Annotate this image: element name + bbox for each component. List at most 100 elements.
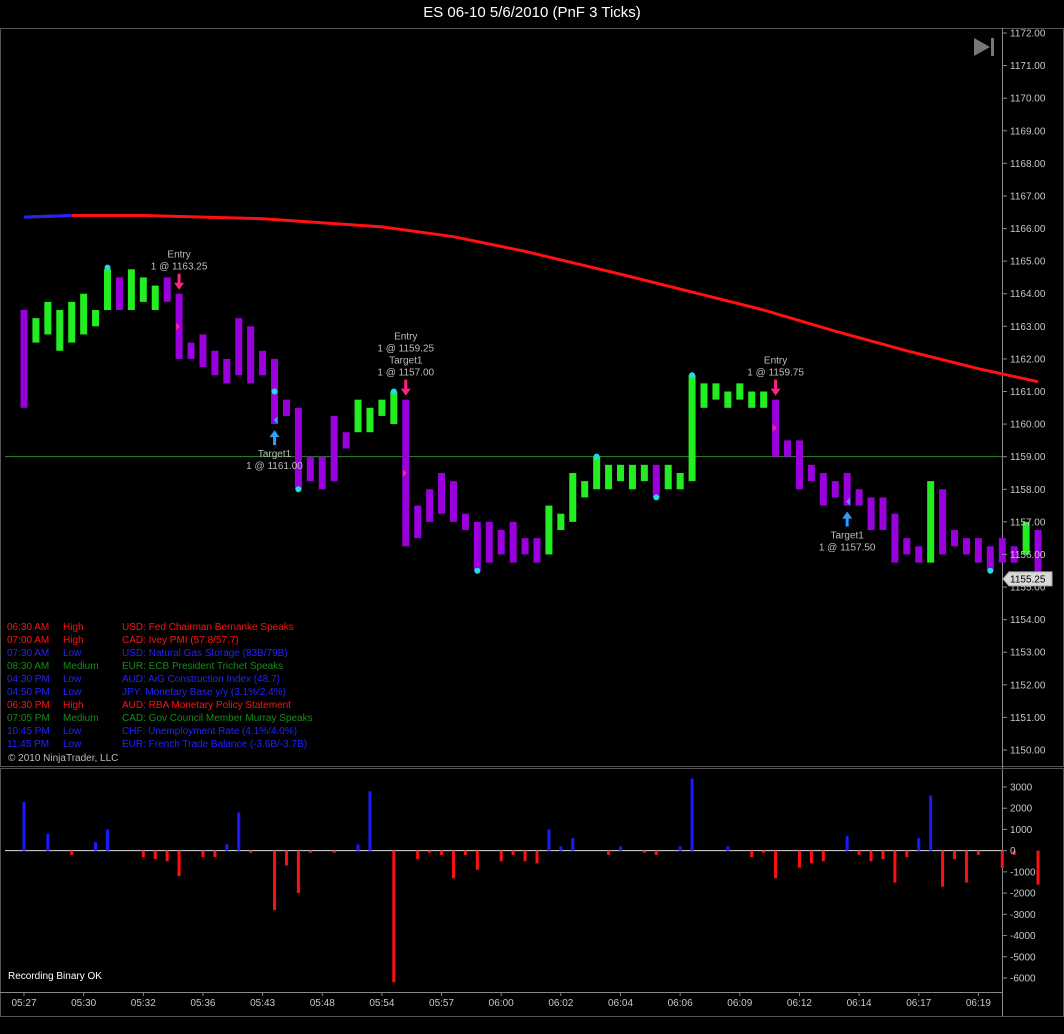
news-impact: Low [63, 739, 82, 750]
pnf-bar [247, 326, 255, 384]
volume-bar [225, 844, 229, 851]
time-tick-label: 06:00 [489, 998, 514, 1009]
trade-label: Target1 [389, 356, 423, 367]
time-tick-label: 05:54 [369, 998, 394, 1009]
pnf-bar [235, 318, 243, 376]
price-tick-label: 1171.00 [1010, 61, 1046, 72]
volume-bar [296, 850, 300, 894]
news-time: 07:30 AM [7, 648, 49, 659]
price-tick-label: 1168.00 [1010, 159, 1046, 170]
news-event: USD: Natural Gas Storage (83B/79B) [122, 648, 288, 659]
pnf-bar [223, 358, 231, 384]
swing-dot [653, 494, 660, 501]
volume-bar [607, 850, 611, 855]
price-tick-label: 1154.00 [1010, 615, 1046, 626]
pnf-bar [92, 310, 100, 327]
pnf-bar [664, 464, 672, 490]
pnf-bar [438, 472, 446, 514]
volume-bar [416, 850, 420, 860]
volume-bar [368, 791, 372, 851]
news-impact: High [63, 700, 84, 711]
volume-bar [451, 850, 455, 879]
volume-bar [428, 850, 432, 853]
news-impact: Low [63, 687, 82, 698]
volume-bar [941, 850, 945, 887]
pnf-bar [318, 456, 326, 490]
swing-dot [104, 264, 111, 271]
trade-detail-label: 1 @ 1157.50 [819, 543, 876, 554]
pnf-bar [640, 464, 648, 482]
price-tick-label: 1163.00 [1010, 322, 1046, 333]
volume-bar [153, 850, 157, 860]
volume-bar [511, 850, 515, 855]
swing-dot [271, 388, 278, 395]
pnf-bar [151, 285, 159, 311]
volume-bar [356, 844, 360, 851]
news-event: AUD: AiG Construction Index (48.7) [122, 674, 280, 685]
volume-bar [440, 850, 444, 855]
pnf-bar [652, 464, 660, 498]
time-tick-label: 06:12 [787, 998, 812, 1009]
pnf-bar [891, 513, 899, 563]
volume-bar [690, 778, 694, 851]
pnf-bar [545, 505, 553, 555]
price-tick-label: 1162.00 [1010, 354, 1046, 365]
time-tick-label: 05:48 [310, 998, 335, 1009]
price-tick-label: 1158.00 [1010, 485, 1046, 496]
pnf-bar [974, 538, 982, 563]
news-impact: High [63, 622, 84, 633]
pnf-bar [748, 391, 756, 408]
price-tick-label: 1160.00 [1010, 420, 1046, 431]
news-time: 04:30 PM [7, 674, 50, 685]
time-tick-label: 06:14 [847, 998, 872, 1009]
pnf-bar [139, 277, 147, 302]
pnf-bar [211, 350, 219, 376]
pnf-bar [581, 481, 589, 498]
news-time: 11:45 PM [7, 739, 49, 750]
volume-bar [201, 850, 205, 858]
chart-canvas[interactable]: 1 @ 1163.25EntryTarget11 @ 1161.001 @ 11… [0, 0, 1064, 1034]
pnf-bar [962, 538, 970, 555]
pnf-bar [56, 310, 64, 351]
price-tick-label: 1169.00 [1010, 126, 1046, 137]
volume-bar [106, 829, 110, 851]
pnf-bar [306, 456, 314, 482]
copyright-text: © 2010 NinjaTrader, LLC [8, 753, 118, 764]
time-tick-label: 05:57 [429, 998, 454, 1009]
pnf-bar [676, 472, 684, 490]
news-event: AUD: RBA Monetary Policy Statement [122, 700, 291, 711]
scroll-to-end-icon[interactable] [974, 38, 994, 56]
pnf-bar [700, 383, 708, 408]
pnf-bar [366, 407, 374, 433]
trade-label: Target1 [830, 531, 864, 542]
volume-tick-label: -3000 [1010, 910, 1036, 921]
volume-bar [392, 850, 396, 983]
pnf-bar [342, 432, 350, 449]
volume-panel-border [0, 768, 1064, 1017]
pnf-bar [712, 383, 720, 400]
news-time: 04:50 PM [7, 687, 50, 698]
pnf-bar [569, 472, 577, 522]
pnf-bar [330, 415, 338, 482]
swing-dot [987, 567, 994, 574]
volume-bar [46, 833, 50, 851]
pnf-bar [903, 538, 911, 555]
volume-bar [499, 850, 503, 862]
news-impact: Low [63, 648, 82, 659]
pnf-bar [485, 521, 493, 563]
pnf-bar [187, 342, 195, 359]
volume-bar [1036, 850, 1040, 885]
pnf-bar [998, 538, 1006, 563]
swing-dot [474, 567, 481, 574]
volume-bar [762, 850, 766, 853]
volume-bar [273, 850, 277, 911]
news-impact: Medium [63, 713, 99, 724]
volume-bar [857, 850, 861, 855]
time-tick-label: 06:19 [966, 998, 991, 1009]
pnf-bar [497, 530, 505, 555]
volume-bar [237, 812, 241, 851]
trade-detail-label: 1 @ 1161.00 [246, 461, 303, 472]
time-tick-label: 05:36 [190, 998, 215, 1009]
pnf-bar [807, 464, 815, 482]
pnf-bar [724, 391, 732, 408]
